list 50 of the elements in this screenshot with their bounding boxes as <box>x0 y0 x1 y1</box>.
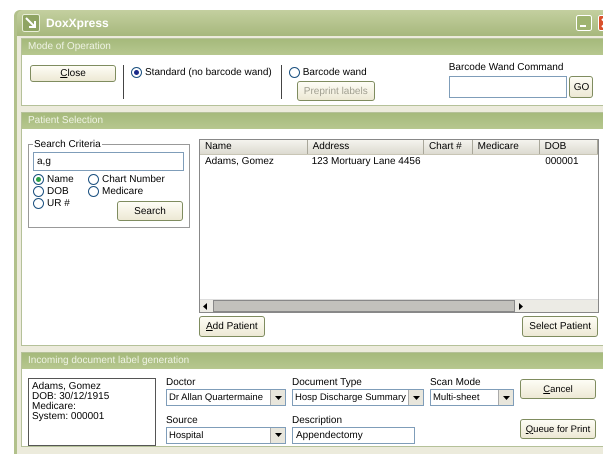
field-label: Document Type <box>292 377 363 388</box>
dropdown[interactable]: Hospital <box>166 426 286 444</box>
column-header[interactable]: Chart # <box>424 140 473 154</box>
column-header[interactable]: Medicare <box>472 140 540 154</box>
info-line: Medicare: <box>32 402 77 412</box>
field-label: Description <box>292 414 344 426</box>
section-header: Incoming document label generation <box>22 353 603 369</box>
horizontal-scrollbar[interactable] <box>200 299 598 312</box>
dropdown[interactable]: Dr Allan Quartermaine <box>166 389 286 406</box>
dropdown[interactable]: Hosp Discharge Summary <box>292 389 424 406</box>
section-header: Patient Selection <box>22 113 603 129</box>
column-header[interactable]: DOB <box>540 140 598 154</box>
radio-option[interactable]: Name <box>33 174 88 185</box>
caret-icon <box>412 396 420 400</box>
radio-option[interactable]: Medicare <box>88 186 178 197</box>
info-line: DOB: 30/12/1915 <box>32 392 110 402</box>
search-button[interactable]: Search <box>117 201 183 221</box>
cancel-button[interactable]: Cancel <box>520 379 596 399</box>
field-label: Barcode Wand Command <box>448 62 564 73</box>
add-patient-button[interactable]: Add Patient <box>199 316 265 337</box>
select-patient-button[interactable]: Select Patient <box>522 316 598 337</box>
input-field[interactable]: Appendectomy <box>292 426 415 444</box>
field-label: Source <box>166 414 199 426</box>
info-line: System: 000001 <box>32 412 106 422</box>
go-button[interactable]: GO <box>568 76 593 98</box>
window-title: DoxXpress <box>46 16 109 30</box>
input-field[interactable] <box>448 76 567 98</box>
minimize-icon[interactable] <box>576 15 592 31</box>
radio-option[interactable]: Barcode wand <box>288 67 449 78</box>
table-cell-text: 123 Mortuary Lane 4456 <box>310 155 422 168</box>
group-title: Search Criteria <box>33 139 102 150</box>
radio-option[interactable]: Chart Number <box>88 174 178 185</box>
field-label: Scan Mode <box>430 377 482 388</box>
radio-option[interactable]: UR # <box>33 198 88 209</box>
field-label: Doctor <box>166 377 196 388</box>
caret-icon <box>274 433 282 437</box>
table-cell-text: Adams, Gomez <box>204 155 275 168</box>
table-cell-text: 000001 <box>544 155 580 168</box>
radio-option[interactable]: Standard (no barcode wand) <box>131 67 272 78</box>
section-header: Mode of Operation <box>22 39 603 55</box>
info-line: Adams, Gomez <box>32 382 101 392</box>
caret-icon <box>274 396 282 400</box>
column-header[interactable]: Address <box>308 140 424 154</box>
search-field[interactable]: a,g <box>33 152 184 171</box>
caret-icon <box>502 396 510 400</box>
column-header[interactable]: Name <box>200 140 308 154</box>
dropdown[interactable]: Multi-sheet <box>430 389 514 406</box>
radio-option[interactable]: DOB <box>33 186 88 197</box>
queue-button[interactable]: Queue for Print <box>520 419 596 439</box>
close-button[interactable]: Close <box>30 65 116 82</box>
